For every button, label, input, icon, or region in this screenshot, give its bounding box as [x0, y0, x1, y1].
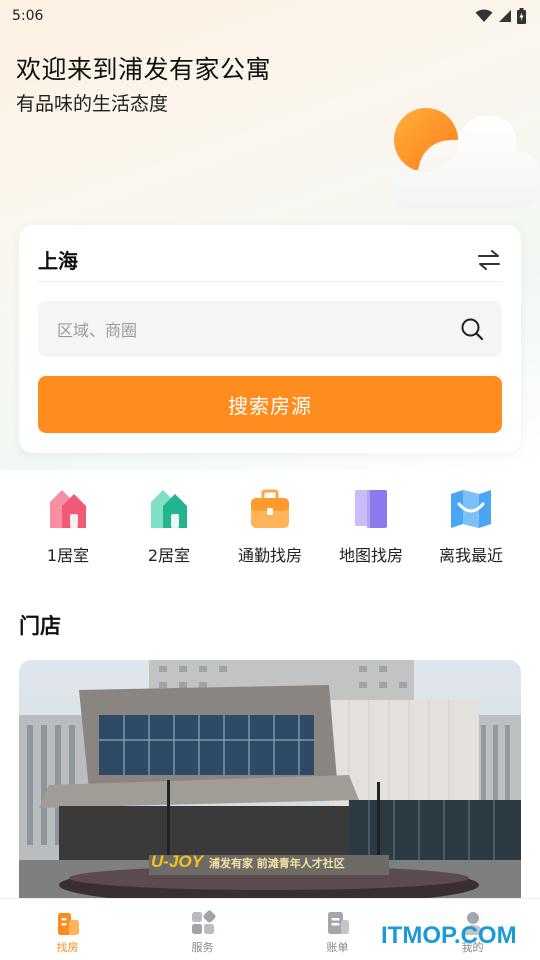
signal-icon [499, 10, 511, 22]
store-sign-text: 浦发有家 前滩青年人才社区 [208, 857, 345, 870]
quick-link-map-search[interactable]: 地图找房 [321, 480, 421, 570]
book-map-icon [355, 490, 387, 528]
welcome-title: 欢迎来到浦发有家公寓 [16, 55, 272, 84]
city-selector[interactable]: 上海 [38, 238, 502, 282]
quick-link-2-bedroom[interactable]: 2居室 [119, 480, 219, 570]
tab-label: 账单 [326, 941, 349, 954]
quick-link-label: 2居室 [147, 546, 191, 565]
teal-house-icon [151, 490, 187, 528]
search-card: 上海 区域、商圈 搜索房源 [19, 225, 521, 453]
tab-find-home[interactable]: 找房 [0, 899, 135, 960]
status-time: 5:06 [12, 8, 44, 24]
search-listings-button[interactable]: 搜索房源 [38, 376, 502, 433]
store-sign-brand: U-JOY [151, 852, 203, 871]
pink-house-icon [50, 490, 86, 528]
building-icon [57, 913, 79, 935]
store-card[interactable]: U-JOY 浦发有家 前滩青年人才社区 [19, 660, 521, 900]
welcome-subtitle: 有品味的生活态度 [16, 93, 169, 115]
quick-link-label: 通勤找房 [237, 546, 302, 565]
battery-icon [517, 8, 526, 24]
bill-icon [327, 912, 349, 934]
store-sign: U-JOY 浦发有家 前滩青年人才社区 [151, 852, 345, 872]
sun-cloud-icon [391, 108, 540, 208]
quick-links: 1居室 2居室 通勤找房 地图找房 离我最近 [0, 480, 540, 570]
quick-link-nearby[interactable]: 离我最近 [421, 480, 521, 570]
search-icon[interactable] [460, 317, 484, 341]
tab-services[interactable]: 服务 [135, 899, 270, 960]
grid-icon [191, 910, 216, 934]
quick-link-label: 1居室 [46, 546, 90, 565]
quick-link-label: 地图找房 [338, 546, 403, 565]
status-bar: 5:06 [0, 0, 540, 32]
quick-link-commute[interactable]: 通勤找房 [220, 480, 320, 570]
status-icons [475, 8, 526, 24]
quick-link-1-bedroom[interactable]: 1居室 [18, 480, 118, 570]
briefcase-icon [251, 489, 289, 528]
city-name: 上海 [38, 249, 78, 273]
search-placeholder: 区域、商圈 [57, 321, 138, 340]
quick-link-label: 离我最近 [438, 546, 503, 565]
switch-city-icon[interactable] [476, 247, 502, 273]
stores-section-title: 门店 [19, 614, 61, 638]
search-input[interactable]: 区域、商圈 [38, 301, 502, 357]
folded-map-icon [451, 490, 491, 528]
tab-label: 服务 [191, 941, 214, 954]
wifi-icon [475, 9, 493, 22]
watermark: ITMOP.COM [381, 922, 517, 949]
tab-label: 找房 [56, 941, 79, 954]
